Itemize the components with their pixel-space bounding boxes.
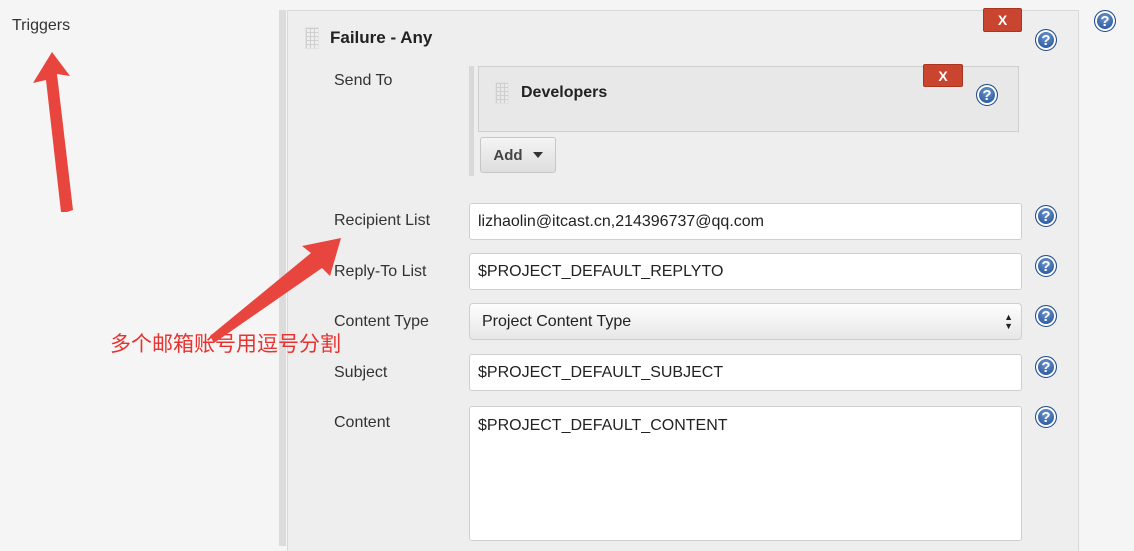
help-icon[interactable]: ? — [1035, 205, 1057, 227]
chevron-down-icon — [532, 152, 543, 158]
section-divider — [279, 10, 286, 546]
select-arrows-icon: ▲ ▼ — [1004, 312, 1013, 331]
help-icon-glyph: ? — [1041, 31, 1051, 49]
subject-label: Subject — [334, 364, 388, 381]
delete-trigger-button[interactable]: X — [983, 8, 1022, 32]
content-type-label: Content Type — [334, 313, 429, 330]
help-icon[interactable]: ? — [1035, 356, 1057, 378]
help-icon-glyph: ? — [1100, 12, 1110, 30]
help-icon[interactable]: ? — [1035, 255, 1057, 277]
drag-handle-icon[interactable] — [495, 82, 509, 104]
delete-recipient-button[interactable]: X — [923, 64, 963, 87]
help-icon-glyph: ? — [1041, 207, 1051, 225]
trigger-title: Failure - Any — [330, 28, 433, 47]
content-label: Content — [334, 414, 391, 431]
recipient-title: Developers — [521, 84, 608, 101]
drag-handle-icon[interactable] — [305, 27, 319, 49]
help-icon-glyph: ? — [1041, 307, 1051, 325]
content-type-select[interactable]: Project Content Type ▲ ▼ — [469, 303, 1022, 340]
content-type-selected-value: Project Content Type — [482, 312, 632, 330]
help-icon-glyph: ? — [1041, 257, 1051, 275]
content-textarea[interactable]: $PROJECT_DEFAULT_CONTENT — [469, 406, 1022, 541]
help-icon[interactable]: ? — [976, 84, 998, 106]
reply-to-list-label: Reply-To List — [334, 263, 427, 280]
annotation-text: 多个邮箱账号用逗号分割 — [110, 333, 341, 356]
help-icon[interactable]: ? — [1035, 406, 1057, 428]
help-icon[interactable]: ? — [1035, 305, 1057, 327]
help-icon-glyph: ? — [982, 86, 992, 104]
help-icon-glyph: ? — [1041, 358, 1051, 376]
help-icon[interactable]: ? — [1094, 10, 1116, 32]
reply-to-list-input[interactable] — [469, 253, 1022, 290]
triggers-section-label: Triggers — [12, 17, 71, 34]
help-icon-glyph: ? — [1041, 408, 1051, 426]
add-button-label: Add — [493, 146, 523, 164]
send-to-label: Send To — [334, 72, 393, 89]
recipient-list-input[interactable] — [469, 203, 1022, 240]
send-to-rail — [469, 66, 474, 176]
add-recipient-button[interactable]: Add — [480, 137, 556, 173]
recipient-list-label: Recipient List — [334, 212, 431, 229]
help-icon[interactable]: ? — [1035, 29, 1057, 51]
red-arrow — [33, 52, 73, 212]
subject-input[interactable] — [469, 354, 1022, 391]
